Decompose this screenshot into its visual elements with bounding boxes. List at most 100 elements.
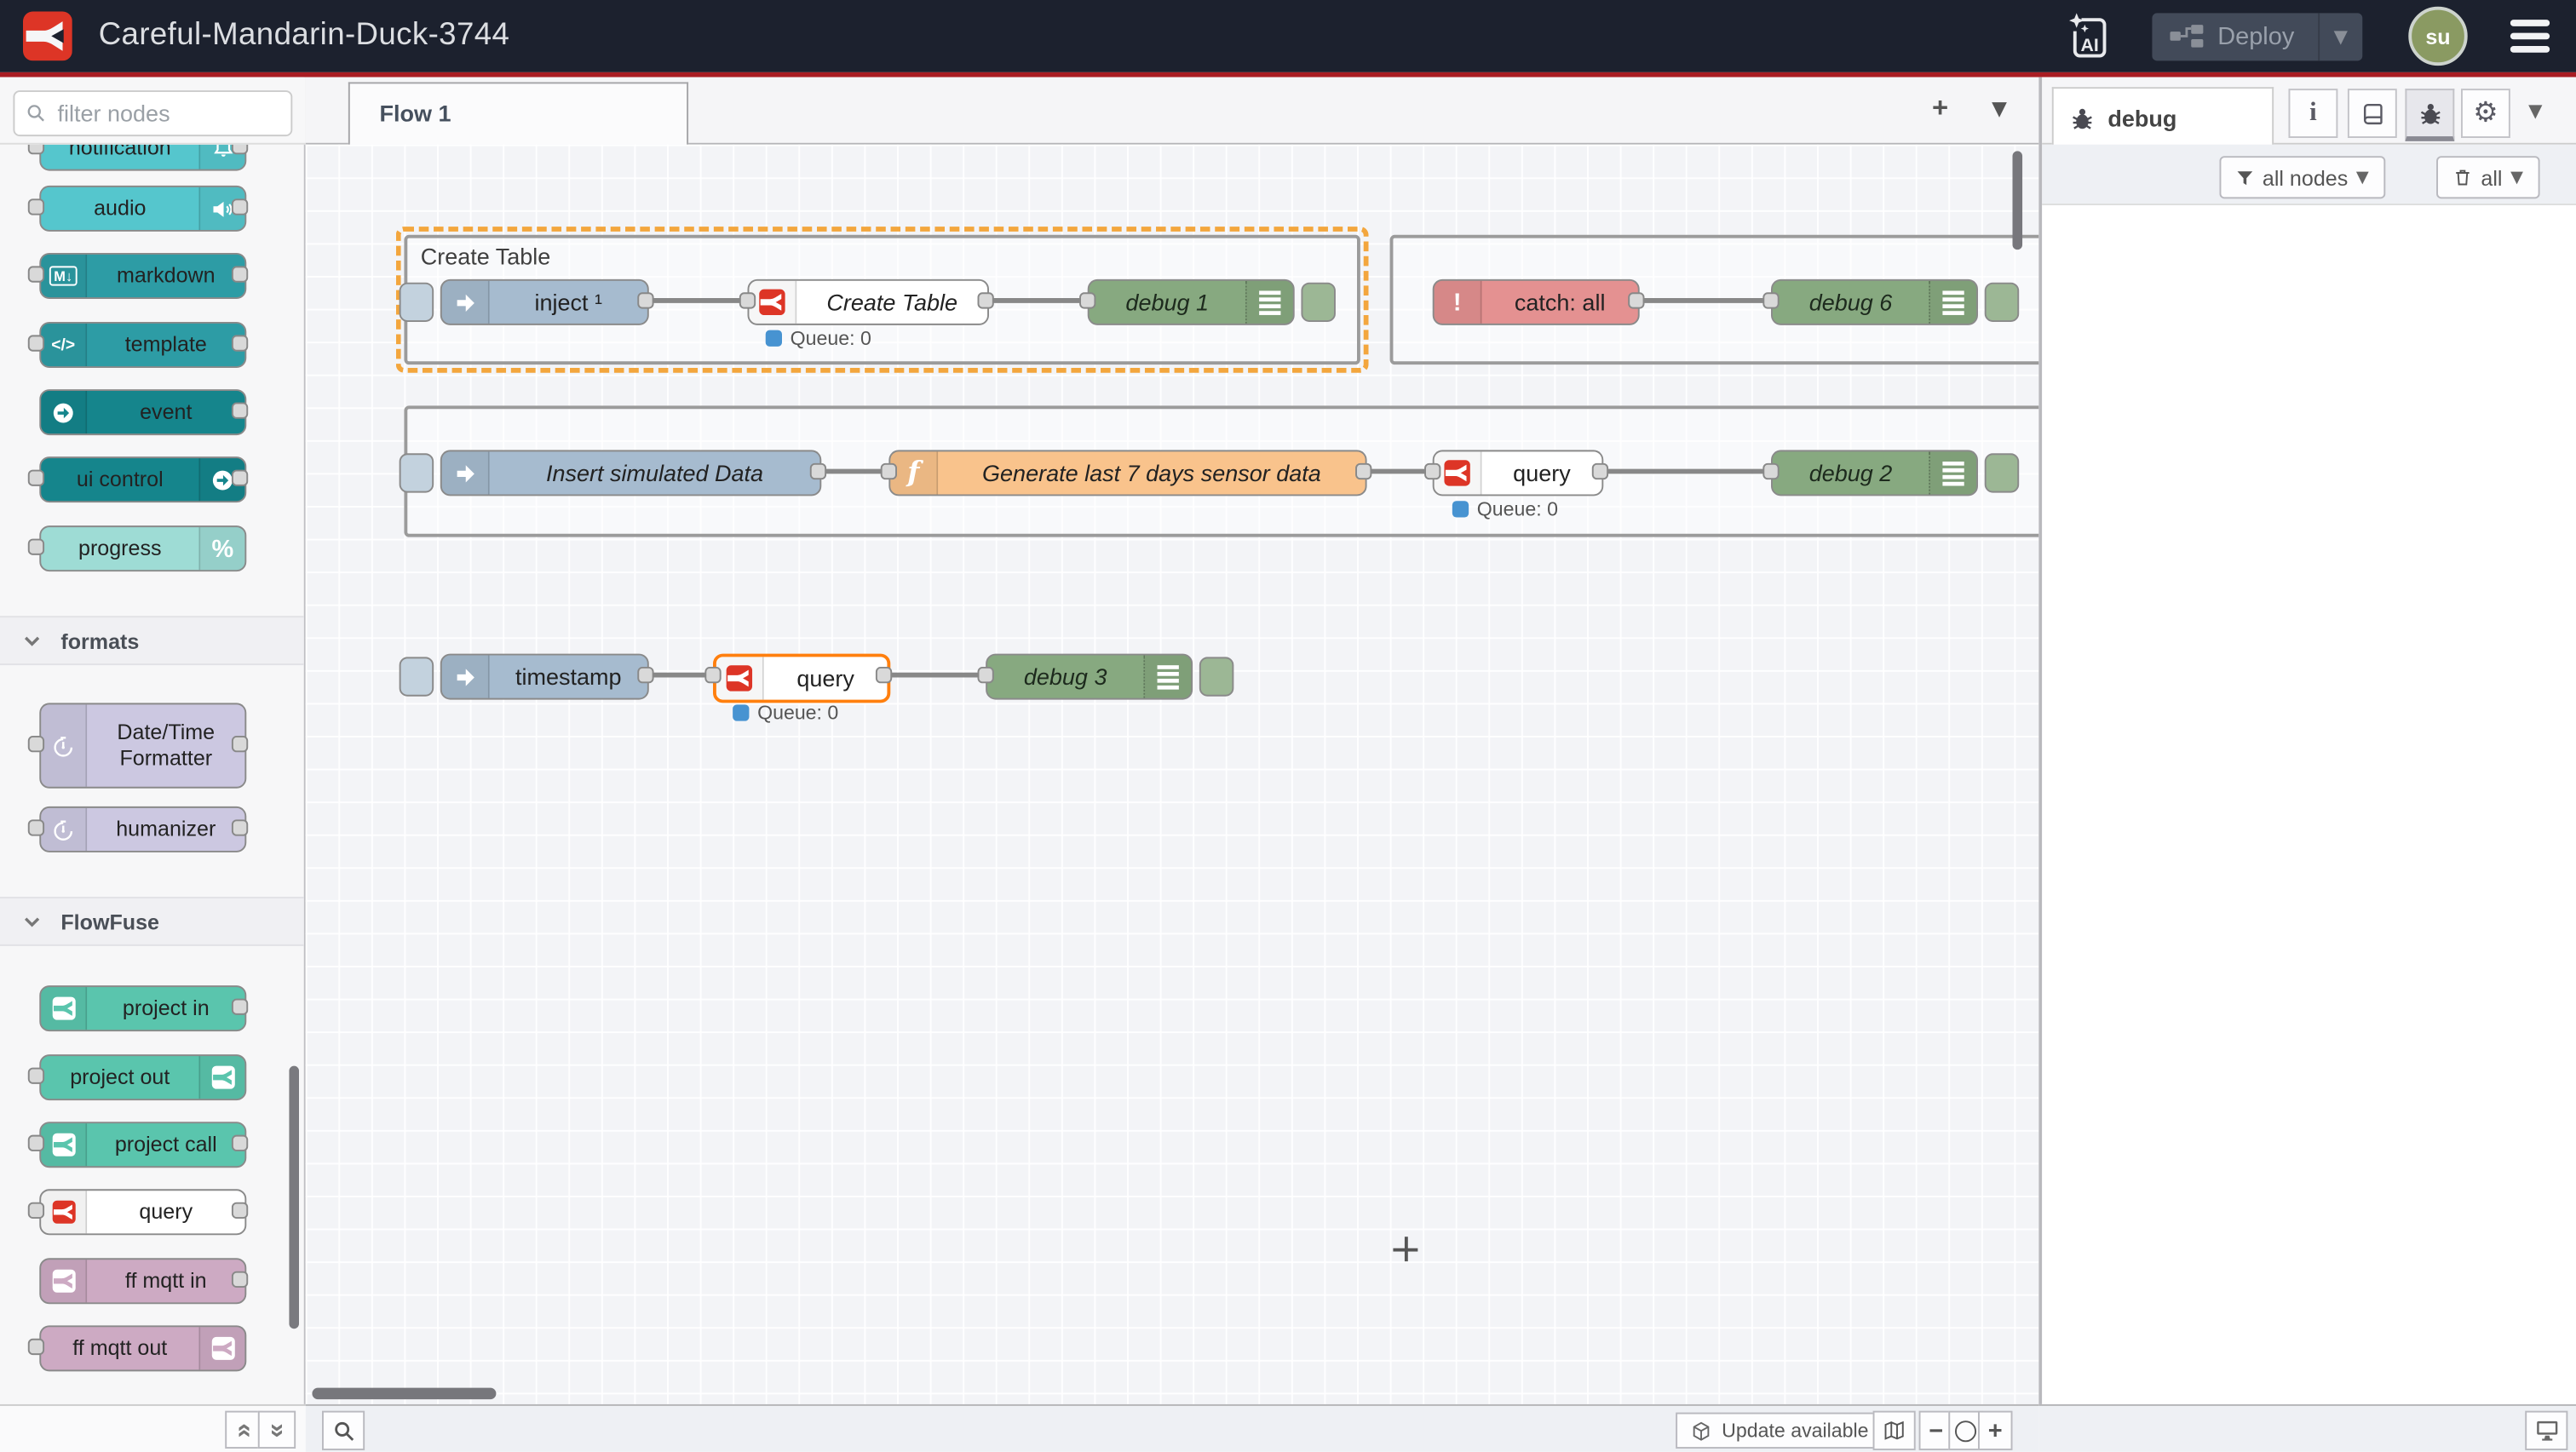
input-port[interactable]: [1762, 463, 1779, 479]
sidebar-tab-label: debug: [2107, 105, 2176, 131]
output-port[interactable]: [637, 667, 653, 683]
help-tab-button[interactable]: [2348, 89, 2397, 138]
output-port[interactable]: [810, 463, 826, 479]
palette-node-project-out[interactable]: project out: [39, 1054, 246, 1100]
input-port[interactable]: [1424, 463, 1440, 479]
palette-node-query[interactable]: query: [39, 1189, 246, 1235]
input-port[interactable]: [739, 292, 756, 308]
output-port: [232, 470, 248, 486]
debug-toggle-button[interactable]: [1985, 453, 2020, 492]
debug-tab-button[interactable]: [2405, 89, 2454, 141]
palette-node-humanizer[interactable]: humanizer: [39, 806, 246, 852]
canvas-horizontal-scrollbar[interactable]: [312, 1388, 496, 1400]
flow-list-caret[interactable]: ▼: [1978, 97, 2021, 120]
palette-node-markdown[interactable]: M↓markdown: [39, 253, 246, 299]
palette-node-project-call[interactable]: project call: [39, 1122, 246, 1168]
flowfuse-query-icon: [749, 281, 796, 324]
flowfuse-logo-icon: [23, 11, 72, 60]
info-tab-button[interactable]: i: [2288, 89, 2337, 138]
input-port[interactable]: [977, 667, 993, 683]
palette-node-event[interactable]: event: [39, 389, 246, 435]
inject-button[interactable]: [400, 657, 434, 696]
output-port[interactable]: [876, 667, 892, 683]
status-dot: [733, 704, 749, 720]
sidebar-options-caret[interactable]: ▼: [2528, 100, 2542, 122]
console-button[interactable]: [2525, 1411, 2567, 1450]
palette-node-ff-mqtt-in[interactable]: ff mqtt in: [39, 1258, 246, 1304]
debug-filter-button[interactable]: all nodes ▼: [2219, 156, 2385, 198]
node-create-table-query[interactable]: Create Table: [747, 279, 988, 325]
debug-toggle-button[interactable]: [1985, 283, 2020, 322]
wires-layer: [306, 145, 2039, 1404]
deploy-button[interactable]: Deploy ▼: [2152, 12, 2362, 60]
add-flow-button[interactable]: +: [1919, 92, 1962, 125]
palette-node-progress[interactable]: progress%: [39, 525, 246, 571]
node-debug-1[interactable]: debug 1: [1088, 279, 1295, 325]
ff-icon: [41, 987, 87, 1030]
node-debug-2[interactable]: debug 2: [1771, 450, 1978, 496]
user-avatar[interactable]: su: [2408, 7, 2467, 66]
navigator-button[interactable]: [1873, 1411, 1916, 1450]
output-port: [232, 335, 248, 351]
main-menu-button[interactable]: [2510, 20, 2550, 53]
palette-section-formats[interactable]: formats: [0, 616, 304, 665]
chevron-down-icon: ▼: [2510, 169, 2523, 187]
ff-icon: [41, 1260, 87, 1302]
output-port[interactable]: [637, 292, 653, 308]
node-query-2[interactable]: query: [1433, 450, 1604, 496]
instance-title: Careful-Mandarin-Duck-3744: [99, 18, 510, 54]
debug-clear-button[interactable]: all ▼: [2436, 156, 2540, 198]
inject-button[interactable]: [400, 453, 434, 492]
debug-toggle-button[interactable]: [1301, 283, 1336, 322]
sidebar-tab-debug[interactable]: debug: [2052, 87, 2274, 147]
input-port[interactable]: [881, 463, 897, 479]
palette-filter-box[interactable]: [13, 90, 292, 136]
update-available-button[interactable]: Update available: [1676, 1413, 1883, 1449]
palette-node-ui-control[interactable]: ui control: [39, 456, 246, 502]
book-icon: [2360, 101, 2384, 126]
node-debug-3[interactable]: debug 3: [986, 654, 1193, 700]
output-port[interactable]: [1628, 292, 1644, 308]
palette-node-ff-mqtt-out[interactable]: ff mqtt out: [39, 1325, 246, 1371]
palette-node-date-time-formatter[interactable]: Date/Time Formatter: [39, 703, 246, 788]
palette-section-flowfuse[interactable]: FlowFuse: [0, 897, 304, 946]
flowfuse-query-icon: [716, 657, 764, 699]
palette-node-audio[interactable]: audio: [39, 186, 246, 232]
inject-button[interactable]: [400, 283, 434, 322]
input-port[interactable]: [1079, 292, 1095, 308]
tab-flow-1[interactable]: Flow 1: [348, 82, 688, 147]
input-port[interactable]: [704, 667, 721, 683]
node-timestamp[interactable]: timestamp: [440, 654, 649, 700]
palette-node-template[interactable]: </>template: [39, 322, 246, 368]
palette-expand-all-button[interactable]: »: [258, 1411, 296, 1449]
zoom-in-button[interactable]: +: [1978, 1411, 2013, 1450]
node-query-3-selected[interactable]: query: [713, 654, 890, 703]
output-port[interactable]: [1355, 463, 1371, 479]
node-debug-6[interactable]: debug 6: [1771, 279, 1978, 325]
debug-toggle-button[interactable]: [1199, 657, 1234, 696]
node-generate-sensor-data[interactable]: f Generate last 7 days sensor data: [888, 450, 1366, 496]
search-flows-button[interactable]: [322, 1411, 365, 1450]
palette-footer: « »: [0, 1404, 306, 1452]
palette-node-label: ff mqtt in: [87, 1260, 244, 1302]
ff-icon: [198, 1327, 244, 1369]
input-port[interactable]: [1762, 292, 1779, 308]
node-inject-1[interactable]: inject ¹: [440, 279, 649, 325]
flow-tab-bar: Flow 1 + ▼: [306, 77, 2039, 145]
input-port: [28, 1202, 44, 1219]
flow-canvas[interactable]: Create Table: [306, 145, 2039, 1404]
flowfuse-query-icon: [1435, 451, 1482, 494]
deploy-options-caret[interactable]: ▼: [2317, 12, 2362, 60]
node-insert-simulated-data[interactable]: Insert simulated Data: [440, 450, 821, 496]
palette-scrollbar[interactable]: [289, 1066, 299, 1329]
palette-filter-input[interactable]: [55, 99, 274, 129]
palette-node-project-in[interactable]: project in: [39, 985, 246, 1031]
node-catch-all[interactable]: ! catch: all: [1433, 279, 1640, 325]
ai-assistant-icon[interactable]: AI: [2065, 11, 2109, 60]
output-port[interactable]: [977, 292, 993, 308]
code-icon: </>: [41, 324, 87, 366]
palette-node-notification[interactable]: notification: [39, 145, 246, 171]
config-tab-button[interactable]: ⚙: [2461, 89, 2510, 138]
output-port[interactable]: [1592, 463, 1608, 479]
canvas-vertical-scrollbar[interactable]: [2012, 151, 2022, 250]
